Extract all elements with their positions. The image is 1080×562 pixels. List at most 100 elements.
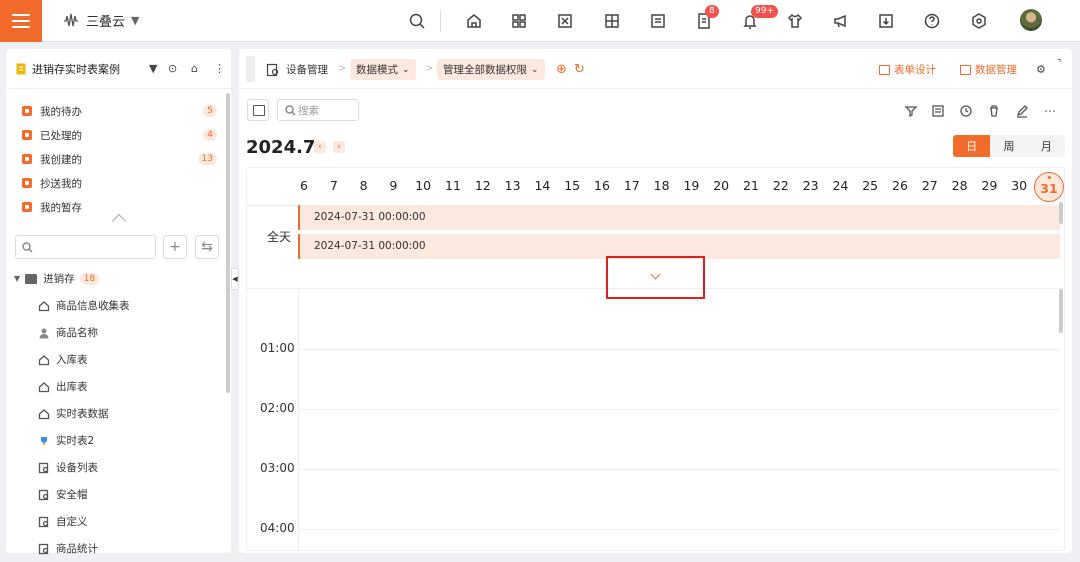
hour-label: 04:00 [260,521,295,535]
task-cc[interactable]: 抄送我的 [6,171,231,195]
day-cell[interactable]: 20 [709,178,733,193]
tree-item[interactable]: 实时表2 [38,427,218,454]
sidebar-search-input[interactable] [15,235,156,259]
day-cell[interactable]: 10 [411,178,435,193]
tree-item[interactable]: 出库表 [38,373,218,400]
day-cell[interactable]: 22 [769,178,793,193]
tree-item[interactable]: 设备列表 [38,454,218,481]
sidebar-collapse-handle[interactable]: ◀ [231,268,239,290]
settings-icon[interactable]: ⚙ [1036,59,1046,80]
edit-icon[interactable] [1015,104,1029,118]
view-day-button[interactable]: 日 [953,135,991,157]
form-icon[interactable] [648,11,668,31]
day-cell[interactable]: 13 [501,178,525,193]
shirt-icon[interactable] [785,11,805,31]
view-week-button[interactable]: 周 [990,135,1027,157]
tree-item[interactable]: 商品统计 [38,535,218,562]
tree-item-label: 商品信息收集表 [56,300,130,312]
tree-item[interactable]: 商品名称 [38,319,218,346]
settings-icon[interactable] [969,11,989,31]
permission-dropdown[interactable]: 管理全部数据权限 ⌄ [437,59,545,80]
bell-icon[interactable]: 99+ [740,5,778,31]
mode-dropdown[interactable]: 数据模式 ⌄ [350,59,416,80]
form-design-button[interactable]: 表单设计 [879,62,936,77]
caret-down-icon[interactable]: ▼ [149,62,157,75]
day-cell[interactable]: 30 [1007,178,1031,193]
day-cell[interactable]: 8 [352,178,376,193]
day-cell[interactable]: 14 [530,178,554,193]
add-button[interactable]: + [163,235,187,259]
settings-icon[interactable]: ⊙ [168,62,177,75]
next-month-button[interactable]: › [333,141,345,153]
more-vertical-icon[interactable]: ⋮ [214,62,225,75]
data-manage-button[interactable]: 数据管理 [960,62,1017,77]
brand-switcher[interactable]: 三叠云 ▼ [62,11,139,30]
day-cell[interactable]: 27 [918,178,942,193]
day-cell[interactable]: 12 [471,178,495,193]
home-icon[interactable] [464,11,484,31]
day-cell[interactable]: 24 [828,178,852,193]
tree-item[interactable]: 入库表 [38,346,218,373]
back-handle[interactable] [246,56,255,82]
grid-icon[interactable] [602,11,622,31]
tree-item-label: 入库表 [56,354,88,366]
task-todo[interactable]: 我的待办 5 [6,99,231,123]
sidebar-scrollbar[interactable] [226,93,230,393]
day-cell[interactable]: 11 [441,178,465,193]
doc-search-icon [38,543,50,555]
expand-icon[interactable]: ⌝ [1057,53,1061,74]
day-cell[interactable]: 26 [888,178,912,193]
refresh-icon[interactable]: ↻ [574,59,585,80]
day-cell[interactable]: 9 [381,178,405,193]
day-cell[interactable]: 28 [948,178,972,193]
menu-icon[interactable] [0,0,42,42]
download-icon[interactable] [876,11,896,31]
day-cell[interactable]: 16 [590,178,614,193]
view-switch-icon[interactable] [247,99,269,121]
add-circle-icon[interactable]: ⊕ [556,59,567,80]
tasks-icon[interactable]: 8 [694,5,719,31]
day-cell[interactable]: 6 [292,178,316,193]
workflow-icon[interactable] [555,11,575,31]
table-icon[interactable] [931,104,945,118]
task-created[interactable]: 我创建的 13 [6,147,231,171]
day-cell[interactable]: 17 [620,178,644,193]
tree-folder-root[interactable]: ▼ 进销存 18 [14,271,100,286]
breadcrumb-root[interactable]: 设备管理 [266,59,328,80]
day-cell[interactable]: 15 [560,178,584,193]
day-cell-today[interactable]: 31 [1034,172,1064,202]
more-icon[interactable]: ⋯ [1044,104,1058,118]
megaphone-icon[interactable] [831,11,851,31]
filter-icon[interactable] [904,104,918,118]
apps-icon[interactable] [509,11,529,31]
day-cell[interactable]: 19 [679,178,703,193]
swap-icon[interactable]: ⇆ [195,235,219,259]
search-input[interactable]: 搜索 [277,99,359,121]
home-icon[interactable]: ⌂ [191,62,198,75]
day-cell[interactable]: 18 [650,178,674,193]
tree-item[interactable]: 商品信息收集表 [38,292,218,319]
day-cell[interactable]: 23 [799,178,823,193]
day-cell[interactable]: 29 [977,178,1001,193]
tree-item[interactable]: 自定义 [38,508,218,535]
doc-search-icon [38,462,50,474]
hour-label: 03:00 [260,461,295,475]
tree-item-label: 商品统计 [56,543,98,555]
view-month-button[interactable]: 月 [1028,135,1065,157]
prev-month-button[interactable]: ‹ [314,141,326,153]
draft-icon [22,202,32,212]
allday-scrollbar[interactable] [1059,202,1063,224]
day-cell[interactable]: 21 [739,178,763,193]
timegrid-scrollbar[interactable] [1059,289,1063,333]
day-cell[interactable]: 7 [322,178,346,193]
help-icon[interactable] [922,11,942,31]
day-cell[interactable]: 25 [858,178,882,193]
trash-icon[interactable] [987,104,1001,118]
search-icon[interactable] [407,11,427,31]
event-item[interactable]: 2024-07-31 00:00:00 [298,205,1060,230]
history-icon[interactable] [959,104,973,118]
avatar[interactable] [1020,9,1042,31]
task-done[interactable]: 已处理的 4 [6,123,231,147]
tree-item[interactable]: 实时表数据 [38,400,218,427]
tree-item[interactable]: 安全帽 [38,481,218,508]
